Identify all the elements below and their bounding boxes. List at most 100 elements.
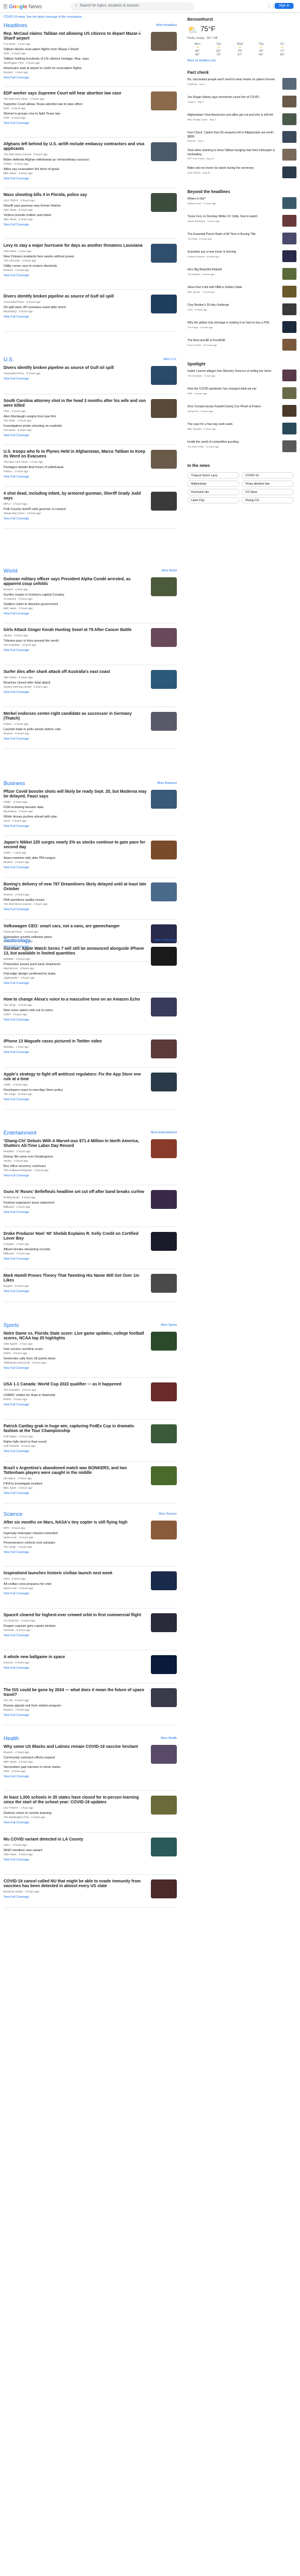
story[interactable]: 'Shang-Chi' Debuts With A Marvel-ous $71…	[4, 1138, 177, 1158]
related-title[interactable]: Festival organizers issue statement	[4, 1201, 177, 1205]
fact-check-item-thumbnail[interactable]	[282, 113, 296, 125]
related-title[interactable]: FIFA to investigate incident	[4, 1482, 177, 1486]
related-title[interactable]: Laschet trails in polls weeks before vot…	[4, 728, 177, 732]
related-title[interactable]: Irish survive overtime scare	[4, 1348, 177, 1352]
story-thumbnail[interactable]	[151, 366, 177, 385]
story[interactable]: U.S. troops who fo to Plynes Held in Afg…	[4, 449, 177, 469]
full-coverage-link[interactable]: View Full Coverage	[4, 315, 177, 319]
story[interactable]: Girls Attack Ginger Kerah Hunting Seoel …	[4, 627, 177, 647]
related-title[interactable]: Vaccination gap narrows in some states	[4, 1766, 177, 1770]
related-title[interactable]: FAA questions quality issues	[4, 898, 177, 903]
story[interactable]: South Carolina attorney shot in the head…	[4, 398, 177, 418]
fact-check-item[interactable]: Afghanistan: How Americans and allies go…	[187, 113, 296, 129]
related-title[interactable]: Tributes pour in from around the world	[4, 639, 177, 643]
story[interactable]: 4 shot dead, including infant, by armore…	[4, 491, 177, 511]
related-story[interactable]: Dragon capsule gets cupola window Gizmodo…	[4, 1624, 177, 1632]
story-title[interactable]: Surfer dies after shark attack off Austr…	[4, 670, 147, 675]
full-coverage-link[interactable]: View Full Coverage	[4, 1174, 177, 1178]
story-title[interactable]: Merkel endorses center-right candidate a…	[4, 712, 147, 721]
full-coverage-link[interactable]: View Full Coverage	[4, 223, 177, 227]
spotlight-item-title[interactable]: Zero Conspicuously Kuwaiti Daring Can Pl…	[187, 405, 296, 409]
related-story[interactable]: Taliban blocks evacuation flights from M…	[4, 48, 177, 55]
news-chip[interactable]: COVID-19	[242, 472, 294, 479]
related-story[interactable]: WHO monitors new variant CBS News · 4 hou…	[4, 1849, 177, 1856]
full-coverage-link[interactable]: View Full Coverage	[4, 475, 177, 479]
related-story[interactable]: Irish survive overtime scare ESPN · 2 hou…	[4, 1348, 177, 1355]
related-story[interactable]: Flat-edge design confirmed by leaks Apple…	[4, 972, 177, 979]
related-title[interactable]: USMNT settles for draw in Nashville	[4, 1394, 177, 1398]
related-title[interactable]: Allies say evacuation fell short of goal…	[4, 168, 177, 172]
related-title[interactable]: Taliban blocks evacuation flights from M…	[4, 48, 177, 52]
fact-check-item[interactable]: Viral video claiming to show Taliban han…	[187, 149, 296, 164]
story[interactable]: COVID-19 cancel called NU that might be …	[4, 1878, 177, 1898]
related-title[interactable]: All-civilian crew prepares for orbit	[4, 1583, 177, 1587]
search-input[interactable]: ⌕ Search for topics, locations & sources	[71, 2, 194, 11]
covid-banner[interactable]: COVID-19 news: See the latest coverage o…	[4, 15, 177, 19]
news-chip[interactable]: Labor Day	[187, 497, 239, 504]
related-story[interactable]: FIFA to investigate incident BBC Sport · …	[4, 1482, 177, 1489]
beyond-headlines-item[interactable]: Where is Ida? Weather.com · 2 hours ago	[187, 197, 296, 213]
story[interactable]: Rep. McCaul claims Taliban not allowing …	[4, 31, 177, 51]
beyond-headlines-item-thumbnail[interactable]	[282, 250, 296, 262]
spotlight-item-title[interactable]: The case for a four-day work week	[187, 423, 296, 427]
more-us-link[interactable]: More U.S.	[163, 358, 177, 361]
story-title[interactable]: Mass shooting kills 4 in Florida, police…	[4, 193, 147, 198]
related-story[interactable]: FDA reviewing booster data Bloomberg · 3 …	[4, 806, 177, 813]
beyond-headlines-item-title[interactable]: Tyson Fury vs Deontay Wilder III: Odds, …	[187, 215, 296, 219]
related-title[interactable]: Alex Murdaugh resigns from law firm	[4, 415, 177, 419]
related-story[interactable]: Asian markets rally after PM resigns Reut…	[4, 857, 177, 864]
story-title[interactable]: South Carolina attorney shot in the head…	[4, 399, 147, 408]
related-title[interactable]: New Orleans residents face weeks without…	[4, 255, 177, 259]
related-story[interactable]: Album breaks streaming records Billboard …	[4, 1248, 177, 1255]
related-title[interactable]: Women's groups vow to fight Texas law	[4, 112, 177, 116]
related-story[interactable]: Russia signals exit from station program…	[4, 1704, 177, 1711]
related-story[interactable]: Polk County sheriff calls gunman 'a cowa…	[4, 508, 177, 515]
fact-check-item-title[interactable]: Fact Check: Claims that US weapons left …	[187, 131, 296, 139]
related-title[interactable]: White House pushes ahead with plan	[4, 815, 177, 819]
related-story[interactable]: Pentagon details final hours of withdraw…	[4, 466, 177, 473]
related-story[interactable]: Perseverance collects rock samples The Ve…	[4, 1541, 177, 1548]
related-story[interactable]: Alex Murdaugh resigns from law firm The S…	[4, 415, 177, 422]
related-story[interactable]: USMNT settles for draw in Nashville ESPN …	[4, 1394, 177, 1401]
story[interactable]: Gurman: Apple Watch Series 7 will still …	[4, 946, 177, 966]
story[interactable]: Mark Hamill Proves Theory That Tweeting …	[4, 1273, 177, 1293]
full-coverage-link[interactable]: View Full Coverage	[4, 434, 177, 437]
beyond-headlines-item-thumbnail[interactable]	[282, 339, 296, 351]
beyond-headlines-item-title[interactable]: The Best and All of Food/Gift	[187, 339, 296, 343]
story-title[interactable]: COVID-19 cancel called NU that might be …	[4, 1879, 147, 1889]
related-title[interactable]: Biden defends Afghan withdrawal as 'extr…	[4, 158, 177, 162]
fact-check-item[interactable]: Biden did not check his watch during the…	[187, 166, 296, 182]
spotlight-item-thumbnail[interactable]	[282, 370, 296, 381]
section-title-business[interactable]: Business	[4, 780, 25, 786]
story[interactable]: How to change Alexa's voice to a masculi…	[4, 996, 177, 1016]
story-title[interactable]: Mu COVID variant detected in LA County	[4, 1838, 147, 1842]
related-story[interactable]: Developers react to new App Store policy…	[4, 1088, 177, 1096]
weather-title[interactable]: Bensonhurst	[187, 18, 213, 22]
sign-in-button[interactable]: Sign in	[275, 3, 294, 9]
beyond-headlines-item-thumbnail[interactable]	[282, 303, 296, 315]
story[interactable]: iPhone 13 Magsafe cases pictured in Twit…	[4, 1038, 177, 1058]
section-title-health[interactable]: Health	[4, 1735, 19, 1741]
story-title[interactable]: Apple's strategy to fight off antitrust …	[4, 1073, 147, 1082]
story[interactable]: Inspiration4 launches historic civilian …	[4, 1570, 177, 1590]
related-story[interactable]: Taliban holding hundreds of US citizens …	[4, 57, 177, 64]
related-story[interactable]: Utility crews race to restore electricit…	[4, 264, 177, 272]
story-title[interactable]: The ISS could be gone by 2024 — what doe…	[4, 1688, 147, 1698]
related-title[interactable]: Dragon capsule gets cupola window	[4, 1624, 177, 1629]
spotlight-item-thumbnail[interactable]	[282, 423, 296, 434]
related-title[interactable]: Beaches closed after fatal attack	[4, 681, 177, 685]
story-title[interactable]: Girls Attack Ginger Kerah Hunting Seoel …	[4, 628, 147, 633]
related-title[interactable]: Sheriff says gunman was former Marine	[4, 204, 177, 208]
story-title[interactable]: Guinean military officer says President …	[4, 577, 147, 587]
full-coverage-link[interactable]: View Full Coverage	[4, 825, 177, 828]
full-coverage-link[interactable]: View Full Coverage	[4, 612, 177, 616]
fact-check-item-thumbnail[interactable]	[282, 131, 296, 143]
related-title[interactable]: FDA reviewing booster data	[4, 806, 177, 810]
fact-check-item-thumbnail[interactable]	[282, 96, 296, 107]
beyond-headlines-item[interactable]: The Best and All of Food/Gift Food & Wine…	[187, 339, 296, 354]
fact-check-title[interactable]: Fact check	[187, 71, 209, 75]
beyond-headlines-item[interactable]: Steve Kerr's bet with NBA is Golden Stat…	[187, 286, 296, 301]
fact-check-item-title[interactable]: Afghanistan: How Americans and allies go…	[187, 113, 296, 117]
story[interactable]: Afghans left behind by U.S. airlift incl…	[4, 141, 177, 161]
story-thumbnail[interactable]	[151, 1655, 177, 1674]
